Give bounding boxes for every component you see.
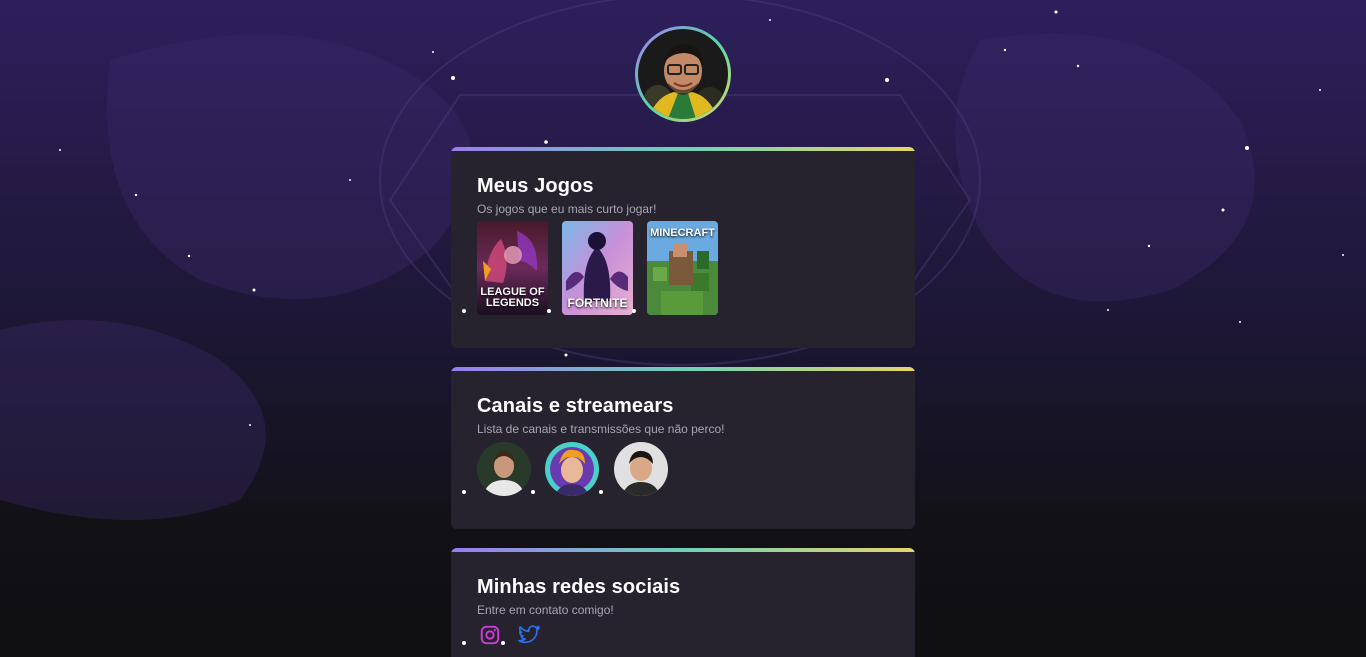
channels-title: Canais e streamears: [477, 395, 674, 417]
twitter-icon: [518, 625, 540, 644]
game-minecraft[interactable]: MINECRAFT: [647, 221, 718, 315]
instagram-icon: [480, 625, 500, 645]
game-fortnite[interactable]: FORTNITE: [562, 221, 633, 315]
game-name: LEAGUE OF LEGENDS: [480, 286, 545, 309]
profile-photo-icon: [638, 29, 728, 119]
twitter-link[interactable]: [517, 624, 541, 646]
streamer-avatar-1-icon: [477, 442, 531, 496]
instagram-link[interactable]: [479, 624, 501, 646]
game-name: MINECRAFT: [650, 227, 715, 239]
games-card: Meus Jogos Os jogos que eu mais curto jo…: [451, 147, 915, 348]
list-bullet: [632, 309, 636, 313]
channels-subtitle: Lista de canais e transmissões que não p…: [477, 422, 725, 436]
list-bullet: [547, 309, 551, 313]
games-title: Meus Jogos: [477, 175, 594, 197]
game-league-of-legends[interactable]: LEAGUE OF LEGENDS: [477, 221, 548, 315]
games-subtitle: Os jogos que eu mais curto jogar!: [477, 202, 657, 216]
channels-card: Canais e streamears Lista de canais e tr…: [451, 367, 915, 529]
social-subtitle: Entre em contato comigo!: [477, 603, 614, 617]
list-bullet: [599, 490, 603, 494]
streamer-avatar-2-icon: [545, 442, 599, 496]
channel-avatar[interactable]: [477, 442, 531, 496]
channel-avatar[interactable]: [614, 442, 668, 496]
list-bullet: [462, 490, 466, 494]
channel-avatar[interactable]: [545, 442, 599, 496]
list-bullet: [462, 641, 466, 645]
game-name: FORTNITE: [567, 296, 628, 310]
list-bullet: [501, 641, 505, 645]
profile-avatar: [635, 26, 731, 122]
streamer-avatar-3-icon: [614, 442, 668, 496]
social-title: Minhas redes sociais: [477, 576, 681, 598]
list-bullet: [462, 309, 466, 313]
social-card: Minhas redes sociais Entre em contato co…: [451, 548, 915, 657]
list-bullet: [531, 490, 535, 494]
